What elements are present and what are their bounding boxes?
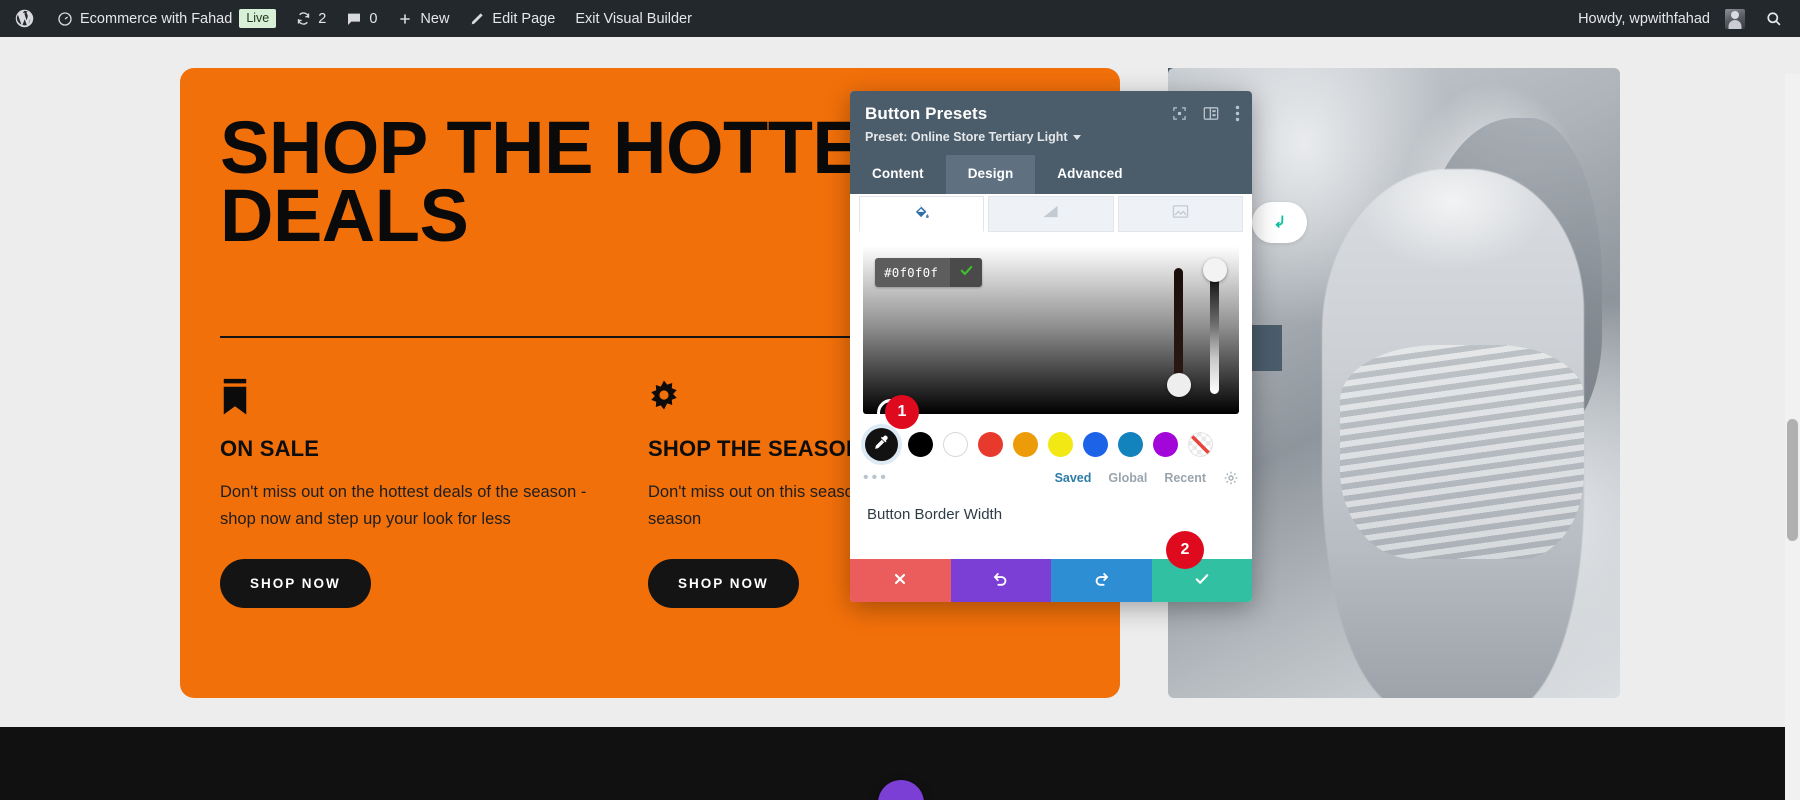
wp-admin-bar: Ecommerce with Fahad Live 2 0 New Edit P…	[0, 0, 1800, 37]
bookmark-icon	[220, 378, 620, 420]
preset-label: Preset: Online Store Tertiary Light	[865, 130, 1068, 144]
more-swatches-button[interactable]: •••	[863, 470, 889, 486]
edit-page-label: Edit Page	[492, 10, 556, 27]
modal-tabs: Content Design Advanced	[850, 155, 1252, 194]
solid-color-tab[interactable]	[859, 196, 985, 232]
tab-design[interactable]: Design	[945, 155, 1036, 194]
brightness-slider-track[interactable]	[1210, 268, 1219, 394]
gradient-icon	[1042, 204, 1059, 224]
color-swatches-row	[863, 428, 1239, 461]
swatch-blue[interactable]	[1083, 432, 1108, 457]
avatar	[1725, 8, 1745, 29]
expand-icon[interactable]	[1172, 106, 1187, 121]
swatch-red[interactable]	[978, 432, 1003, 457]
comments-count: 0	[369, 10, 378, 27]
image-tab[interactable]	[1117, 196, 1243, 232]
new-content-menu[interactable]: New	[387, 0, 459, 37]
swatch-tab-saved[interactable]: Saved	[1055, 471, 1092, 485]
gradient-tab[interactable]	[988, 196, 1114, 232]
site-name-label: Ecommerce with Fahad	[80, 10, 233, 27]
exit-visual-builder-label: Exit Visual Builder	[575, 10, 692, 27]
chevron-down-icon	[1072, 134, 1081, 140]
modal-header: Button Presets Preset: Online Store Tert…	[850, 91, 1252, 155]
howdy-label: Howdy, wpwithfahad	[1578, 10, 1710, 27]
tab-advanced[interactable]: Advanced	[1035, 155, 1144, 194]
search-button[interactable]	[1755, 0, 1800, 37]
edit-page-button[interactable]: Edit Page	[459, 0, 565, 37]
eyedropper-button[interactable]	[865, 428, 898, 461]
redo-button[interactable]	[1051, 559, 1152, 602]
plus-icon	[397, 11, 413, 27]
shop-now-button[interactable]: SHOP NOW	[220, 559, 371, 609]
new-content-label: New	[420, 10, 450, 27]
photo-stripes-shape	[1339, 345, 1584, 560]
site-name-menu[interactable]: Ecommerce with Fahad Live	[47, 0, 286, 37]
save-button[interactable]	[1151, 559, 1252, 602]
undo-pill-button[interactable]	[1252, 202, 1307, 243]
account-menu[interactable]: Howdy, wpwithfahad	[1568, 0, 1755, 37]
feature-title: ON SALE	[220, 436, 320, 461]
swatch-cyan-blue[interactable]	[1118, 432, 1143, 457]
comments-menu[interactable]: 0	[336, 0, 387, 37]
wordpress-logo-icon	[14, 8, 35, 29]
close-icon	[892, 571, 908, 590]
solid-color-icon	[913, 203, 930, 225]
redo-icon	[1093, 571, 1110, 591]
gear-icon[interactable]	[1223, 470, 1239, 486]
background-type-tabs	[850, 196, 1252, 232]
undo-button[interactable]	[950, 559, 1051, 602]
image-icon	[1172, 204, 1189, 224]
cancel-button[interactable]	[850, 559, 951, 602]
hex-input[interactable]: #0f0f0f	[875, 258, 950, 287]
modal-header-tools	[1172, 105, 1240, 122]
swatch-tab-global[interactable]: Global	[1108, 471, 1147, 485]
saturation-slider-track[interactable]	[1174, 268, 1183, 388]
updates-icon	[296, 11, 311, 26]
undo-arrow-icon	[1271, 212, 1288, 234]
updates-count: 2	[318, 10, 327, 27]
undo-icon	[992, 571, 1009, 591]
button-border-width-label: Button Border Width	[867, 506, 1003, 523]
comments-icon	[346, 11, 362, 27]
search-icon	[1765, 10, 1782, 27]
kebab-menu-icon[interactable]	[1235, 105, 1240, 122]
dashboard-icon	[57, 11, 73, 27]
swatch-meta-row: ••• Saved Global Recent	[863, 470, 1239, 486]
swatch-black[interactable]	[908, 432, 933, 457]
button-presets-settings-modal: Button Presets Preset: Online Store Tert…	[850, 91, 1252, 602]
live-badge: Live	[239, 9, 277, 28]
layout-columns-icon[interactable]	[1203, 106, 1219, 121]
saturation-slider-handle[interactable]	[1167, 373, 1191, 397]
swatch-orange[interactable]	[1013, 432, 1038, 457]
hex-confirm-button[interactable]	[950, 258, 982, 287]
swatch-purple[interactable]	[1153, 432, 1178, 457]
page-scrollbar[interactable]	[1785, 74, 1800, 800]
brightness-slider-handle[interactable]	[1203, 258, 1227, 282]
preset-selector[interactable]: Preset: Online Store Tertiary Light	[865, 130, 1237, 144]
eyedropper-icon	[873, 434, 890, 456]
scrollbar-thumb[interactable]	[1787, 419, 1798, 541]
check-icon	[959, 263, 974, 283]
swatch-yellow[interactable]	[1048, 432, 1073, 457]
callout-step-1: 1	[885, 395, 919, 429]
shop-now-button[interactable]: SHOP NOW	[648, 559, 799, 609]
hex-input-group: #0f0f0f	[875, 258, 982, 287]
swatch-source-tabs: Saved Global Recent	[1055, 470, 1239, 486]
check-icon	[1193, 570, 1211, 591]
updates-menu[interactable]: 2	[286, 0, 336, 37]
color-picker-saturation-area[interactable]: #0f0f0f	[863, 246, 1239, 414]
feature-column-on-sale: ON SALE Don't miss out on the hottest de…	[220, 378, 620, 609]
pencil-icon	[469, 11, 485, 27]
tab-content[interactable]: Content	[850, 155, 946, 194]
wordpress-logo-button[interactable]	[0, 0, 47, 37]
modal-body: #0f0f0f ••• Saved Global Recent Button B…	[850, 194, 1252, 559]
swatch-transparent[interactable]	[1188, 432, 1213, 457]
swatch-tab-recent[interactable]: Recent	[1164, 471, 1206, 485]
swatch-white[interactable]	[943, 432, 968, 457]
callout-step-2: 2	[1166, 531, 1204, 569]
feature-description: Don't miss out on the hottest deals of t…	[220, 483, 587, 528]
exit-visual-builder-button[interactable]: Exit Visual Builder	[565, 0, 702, 37]
